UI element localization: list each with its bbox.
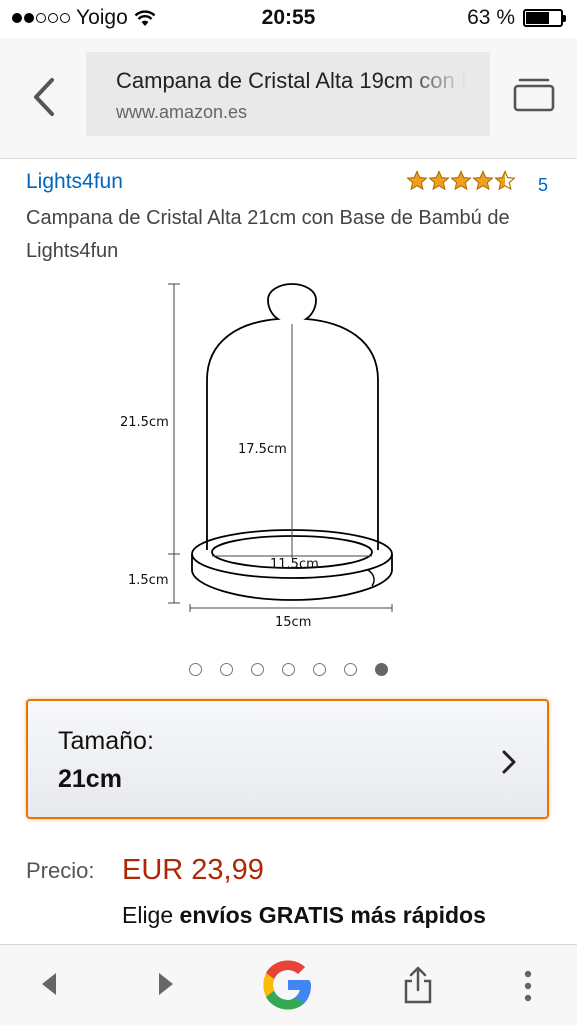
label-base-height: 1.5cm	[128, 573, 169, 588]
star-icon	[406, 170, 428, 191]
more-icon[interactable]	[522, 969, 534, 1003]
label-base-width: 15cm	[275, 615, 311, 630]
browser-header: Campana de Cristal Alta 19cm con Base de…	[0, 38, 577, 159]
brand-link[interactable]: Lights4fun	[26, 170, 123, 194]
pager-dot[interactable]	[344, 663, 357, 676]
pager-dot[interactable]	[282, 663, 295, 676]
browser-back-icon[interactable]	[40, 971, 58, 997]
price-label: Precio:	[26, 858, 95, 883]
image-pager[interactable]	[0, 663, 577, 676]
pager-dot[interactable]	[251, 663, 264, 676]
tabs-icon[interactable]	[512, 74, 556, 114]
product-title: Campana de Cristal Alta 21cm con Base de…	[26, 207, 510, 262]
star-icon	[428, 170, 450, 191]
label-inner-diameter: 11.5cm	[270, 557, 319, 572]
share-icon[interactable]	[402, 965, 434, 1005]
size-selector[interactable]: Tamaño: 21cm	[26, 699, 549, 819]
google-icon[interactable]	[260, 957, 316, 1013]
page-domain: www.amazon.es	[116, 102, 248, 122]
chevron-right-icon	[502, 750, 516, 774]
star-icon	[450, 170, 472, 191]
star-icon	[472, 170, 494, 191]
product-image[interactable]: 21.5cm 17.5cm 11.5cm 1.5cm 15cm	[100, 270, 480, 640]
size-label: Tamaño:	[58, 727, 154, 755]
shipping-prefix: Elige	[122, 902, 180, 928]
back-icon[interactable]	[26, 72, 66, 122]
browser-forward-icon[interactable]	[157, 971, 175, 997]
size-value: 21cm	[58, 765, 122, 793]
browser-toolbar	[0, 944, 577, 1025]
price-value: EUR 23,99	[122, 854, 264, 886]
shipping-bold: envíos GRATIS más rápidos	[179, 902, 486, 928]
star-icon	[494, 170, 516, 191]
battery-info: 63 %	[467, 6, 566, 30]
pager-dot[interactable]	[375, 663, 388, 676]
battery-icon	[523, 9, 566, 27]
pager-dot[interactable]	[189, 663, 202, 676]
review-count[interactable]: 5	[538, 175, 548, 196]
shipping-text: Elige envíos GRATIS más rápidos	[122, 902, 486, 929]
rating-stars[interactable]	[406, 170, 516, 191]
pager-dot[interactable]	[220, 663, 233, 676]
address-bar[interactable]: Campana de Cristal Alta 19cm con Base de…	[86, 52, 490, 136]
status-bar: Yoigo 20:55 63 %	[0, 0, 577, 38]
label-inner-height: 17.5cm	[238, 442, 287, 457]
battery-percent: 63 %	[467, 6, 515, 29]
page-title: Campana de Cristal Alta 19cm con Base de…	[116, 68, 466, 93]
pager-dot[interactable]	[313, 663, 326, 676]
label-total-height: 21.5cm	[120, 415, 169, 430]
